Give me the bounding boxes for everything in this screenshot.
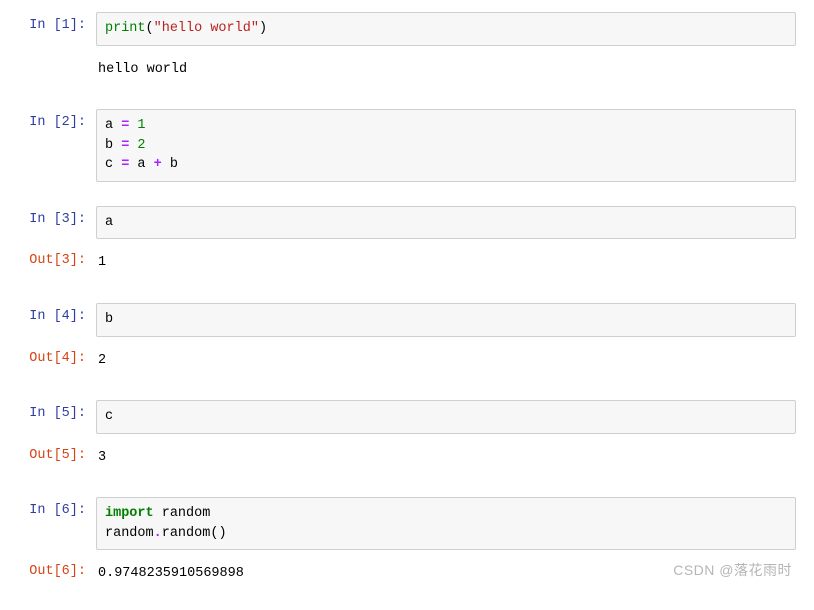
prompt-in-1: In [1]: [18, 12, 96, 33]
prompt-in-3: In [3]: [18, 206, 96, 227]
token-string: "hello world" [154, 21, 259, 36]
prompt-empty [18, 54, 96, 60]
cell-5-input[interactable]: In [5]: c [18, 400, 796, 434]
cell-4-output: Out[4]: 2 [18, 345, 796, 377]
token-lparen: ( [146, 21, 154, 36]
output-5: 3 [96, 442, 796, 474]
cell-3-input[interactable]: In [3]: a [18, 206, 796, 240]
output-1: hello world [96, 54, 796, 86]
watermark: CSDN @落花雨时 [673, 560, 792, 580]
code-cell-6[interactable]: import random random.random() [96, 497, 796, 550]
code-cell-1[interactable]: print("hello world") [96, 12, 796, 46]
code-cell-4[interactable]: b [96, 303, 796, 337]
token-print: print [105, 21, 146, 36]
cell-1-output: hello world [18, 54, 796, 86]
token-import: import [105, 506, 154, 521]
cell-4-input[interactable]: In [4]: b [18, 303, 796, 337]
output-3: 1 [96, 247, 796, 279]
prompt-in-5: In [5]: [18, 400, 96, 421]
token-rparen: ) [259, 21, 267, 36]
code-cell-3[interactable]: a [96, 206, 796, 240]
prompt-out-6: Out[6]: [18, 558, 96, 579]
output-4: 2 [96, 345, 796, 377]
prompt-out-3: Out[3]: [18, 247, 96, 268]
code-cell-2[interactable]: a = 1 b = 2 c = a + b [96, 109, 796, 182]
prompt-in-2: In [2]: [18, 109, 96, 130]
cell-2-input[interactable]: In [2]: a = 1 b = 2 c = a + b [18, 109, 796, 182]
cell-1-input[interactable]: In [1]: print("hello world") [18, 12, 796, 46]
cell-5-output: Out[5]: 3 [18, 442, 796, 474]
code-cell-5[interactable]: c [96, 400, 796, 434]
prompt-in-6: In [6]: [18, 497, 96, 518]
prompt-out-4: Out[4]: [18, 345, 96, 366]
prompt-out-5: Out[5]: [18, 442, 96, 463]
cell-6-input[interactable]: In [6]: import random random.random() [18, 497, 796, 550]
prompt-in-4: In [4]: [18, 303, 96, 324]
cell-3-output: Out[3]: 1 [18, 247, 796, 279]
